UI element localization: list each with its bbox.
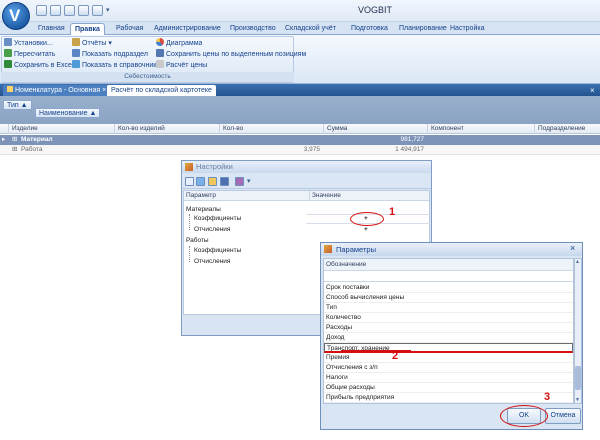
group-caption: Себестоимость — [1, 72, 294, 82]
scrollbar-thumb[interactable] — [575, 366, 581, 390]
sort-asc-icon: ▲ — [20, 102, 28, 109]
directory-icon — [72, 60, 80, 68]
column-header-designation[interactable]: Обозначение — [324, 259, 573, 271]
recalculate-button[interactable]: Пересчитать — [4, 49, 55, 59]
diagram-button[interactable]: Диаграмма — [156, 38, 202, 48]
list-item[interactable]: Тип — [324, 303, 573, 313]
price-calc-button[interactable]: Расчёт цены — [156, 60, 207, 70]
list-item[interactable]: Количество — [324, 313, 573, 323]
list-item[interactable]: Премия — [324, 353, 573, 363]
callout-number-3: 3 — [544, 391, 551, 403]
toolbar-grid-icon[interactable] — [185, 177, 194, 186]
doc-tab-icon — [7, 86, 13, 92]
row-name: Работа — [21, 146, 43, 153]
row-qty: 3,975 — [303, 146, 320, 153]
column-header-product-qty[interactable]: Кол-во изделий — [114, 124, 214, 134]
list-item[interactable]: Налоги — [324, 373, 573, 383]
group-chip-type[interactable]: Тип ▲ — [3, 100, 32, 110]
show-departments-button[interactable]: Показать подраздел — [72, 49, 148, 59]
toolbar-dropdown-icon[interactable]: ▾ — [247, 177, 251, 185]
sort-asc-icon: ▲ — [89, 110, 97, 117]
tab-workspace[interactable]: Рабочая — [112, 23, 147, 35]
tab-settings[interactable]: Настройка — [446, 23, 488, 35]
row-sum: 1 494,917 — [395, 146, 424, 153]
settings-button[interactable]: Установки... — [4, 38, 53, 48]
expand-icon[interactable]: ⊞ — [12, 135, 17, 145]
tree-item-deductions[interactable]: Отчисления — [194, 257, 304, 267]
close-icon[interactable]: × — [570, 243, 575, 254]
row-sum: 981,727 — [400, 136, 425, 143]
column-header-component[interactable]: Компонент — [427, 124, 534, 134]
tab-edit[interactable]: Правка — [70, 23, 105, 35]
toolbar-save-icon[interactable] — [220, 177, 229, 186]
tab-production[interactable]: Производство — [226, 23, 280, 35]
toolbar-delete-icon[interactable] — [235, 177, 244, 186]
pie-chart-icon — [156, 38, 164, 46]
reports-icon — [72, 38, 80, 46]
tree-item-coefficients[interactable]: Коэффициенты — [194, 214, 304, 224]
recalculate-icon — [4, 49, 12, 57]
list-item[interactable]: Общие расходы — [324, 383, 573, 393]
value-plus[interactable]: + — [364, 225, 368, 235]
show-in-directory-button[interactable]: Показать в справочнике — [72, 60, 160, 70]
list-item[interactable]: Доход — [324, 333, 573, 343]
settings-icon — [4, 38, 12, 46]
save-excel-button[interactable]: Сохранить в Excel — [4, 60, 74, 70]
tab-home[interactable]: Главная — [34, 23, 69, 35]
tree-group-works[interactable]: Работы — [186, 236, 209, 246]
app-menu-button[interactable]: V — [2, 2, 30, 30]
column-header-parameter: Параметр — [186, 192, 216, 199]
column-header-qty[interactable]: Кол-во — [219, 124, 323, 134]
group-chip-name[interactable]: Наименование ▲ — [35, 108, 101, 118]
tab-preparation[interactable]: Подготовка — [347, 23, 392, 35]
app-logo-icon: V — [9, 6, 21, 25]
list-item[interactable]: Способ вычисления цены — [324, 293, 573, 303]
doc-tab-nomenclature[interactable]: Номенклатура - Основная × — [3, 85, 111, 96]
scroll-up-icon[interactable]: ▲ — [575, 259, 580, 265]
dialog-icon — [324, 245, 332, 253]
dialog-icon — [185, 163, 193, 171]
column-header-product[interactable]: Изделие — [8, 124, 88, 134]
column-header-value: Значение — [309, 191, 429, 201]
cancel-button[interactable]: Отмена — [545, 408, 581, 424]
tree-connector — [189, 214, 190, 230]
list-item[interactable]: Расходы — [324, 323, 573, 333]
tree-connector — [189, 246, 190, 262]
callout-number-1: 1 — [389, 206, 396, 218]
column-header-sum[interactable]: Сумма — [323, 124, 427, 134]
list-item[interactable]: Отчисления с з/п — [324, 363, 573, 373]
tab-warehouse[interactable]: Складской учёт — [281, 23, 340, 35]
price-calc-icon — [156, 60, 164, 68]
callout-number-2: 2 — [392, 350, 399, 362]
row-name: Материал — [21, 136, 53, 143]
close-icon[interactable]: × — [590, 86, 595, 95]
callout-ring — [350, 212, 384, 226]
callout-ring — [500, 405, 548, 427]
departments-icon — [72, 49, 80, 57]
reports-button[interactable]: Отчёты ▾ — [72, 38, 112, 48]
filter-row[interactable] — [324, 272, 573, 282]
list-item[interactable]: Прибыль предприятия — [324, 393, 573, 403]
tree-item-coefficients[interactable]: Коэффициенты — [194, 246, 304, 256]
tab-planning[interactable]: Планирование — [395, 23, 451, 35]
doc-tab-calculation[interactable]: Расчёт по складской картотеке — [107, 85, 216, 96]
window-title: VOGBIT — [357, 5, 392, 15]
row-indicator-icon: ▸ — [2, 136, 6, 143]
toolbar-folder-icon[interactable] — [208, 177, 217, 186]
settings-title: Настройки — [196, 162, 233, 171]
callout-underline — [341, 350, 411, 352]
list-item[interactable]: Срок поставки — [324, 283, 573, 293]
tree-item-deductions[interactable]: Отчисления — [194, 225, 304, 235]
save-prices-icon — [156, 49, 164, 57]
excel-icon — [4, 60, 12, 68]
tab-administration[interactable]: Администрирование — [150, 23, 225, 35]
expand-icon[interactable]: ⊞ — [12, 145, 17, 155]
scroll-down-icon[interactable]: ▼ — [575, 397, 580, 403]
parameters-title: Параметры — [336, 245, 376, 254]
toolbar-refresh-icon[interactable] — [196, 177, 205, 186]
save-prices-button[interactable]: Сохранить цены по выделенным позициям — [156, 49, 306, 59]
column-header-department[interactable]: Подразделение — [534, 124, 600, 134]
